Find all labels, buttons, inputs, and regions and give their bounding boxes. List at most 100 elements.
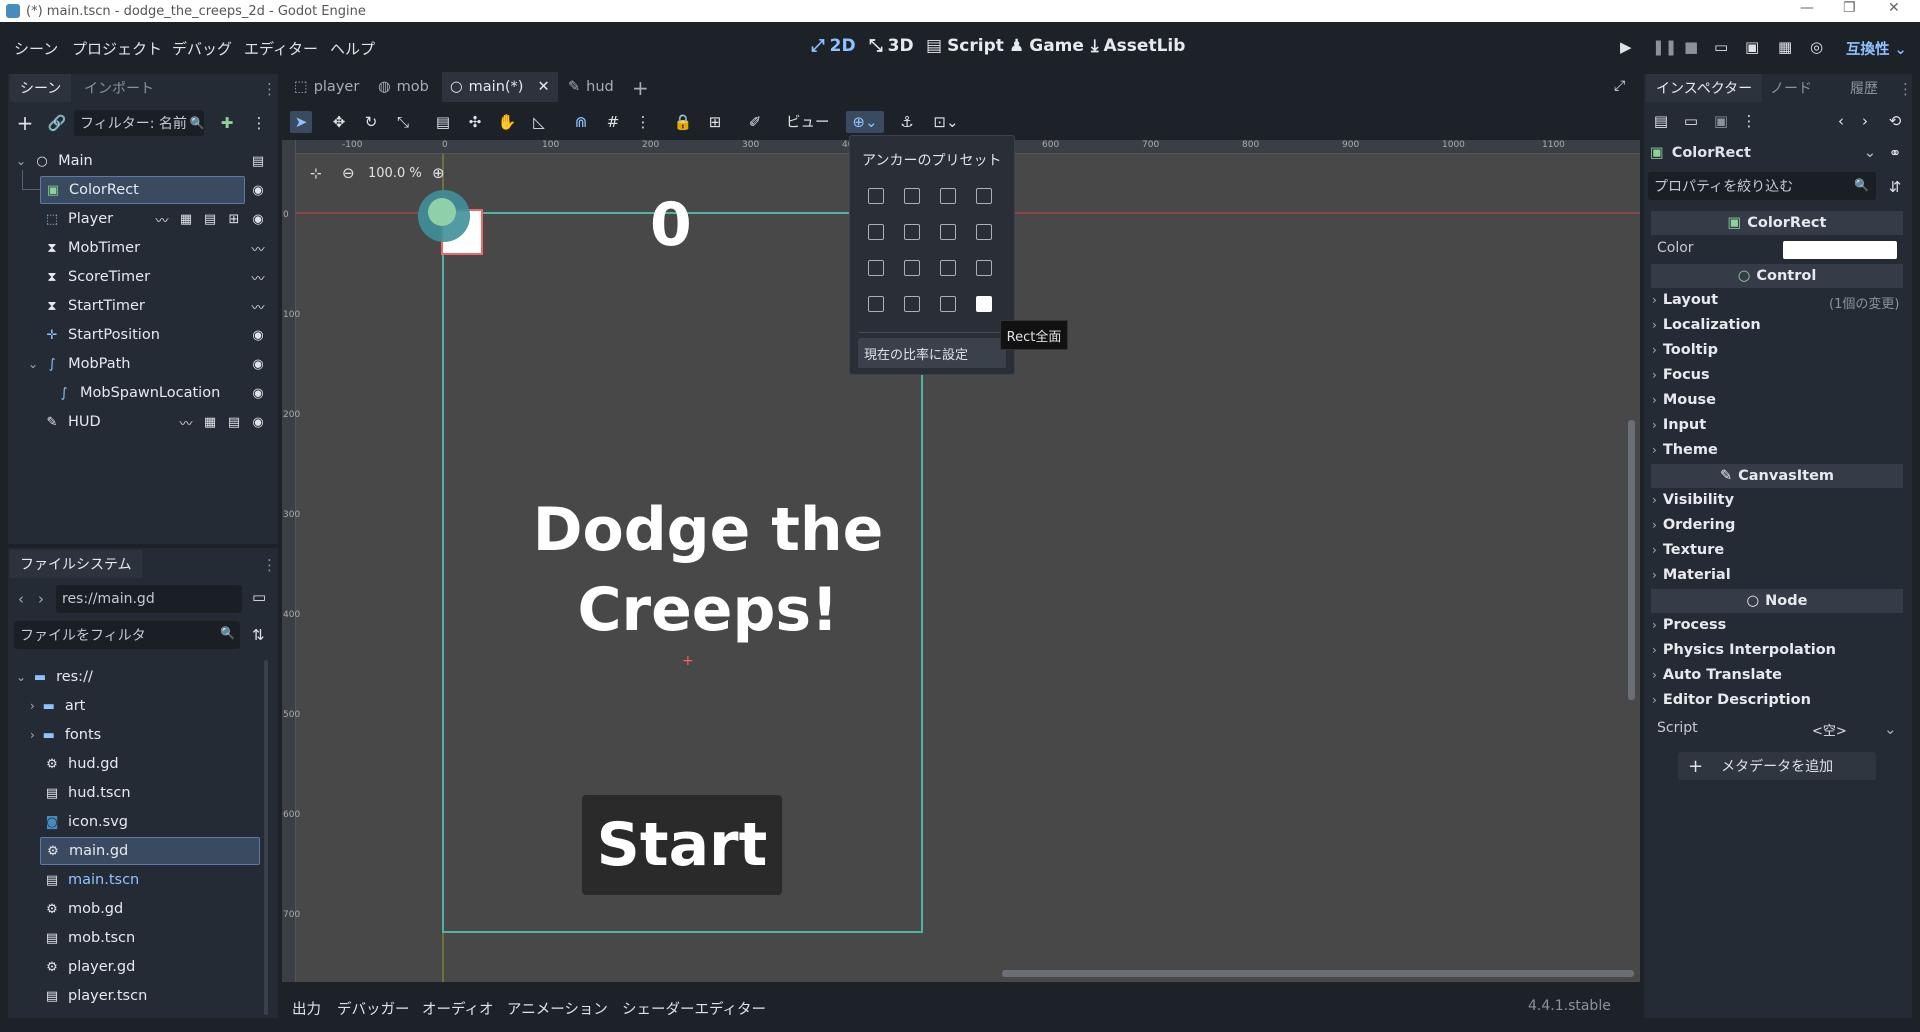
signal-icon[interactable]: 〰 [250, 269, 266, 287]
menu-scene[interactable]: シーン [14, 38, 58, 59]
fs-item-root[interactable]: ⌄ ▬ res:// [16, 663, 93, 691]
movie-maker-icon[interactable]: ◎ [1810, 38, 1823, 56]
group-tooltip[interactable]: › Tooltip [1652, 342, 1718, 358]
tab-filesystem[interactable]: ファイルシステム [10, 550, 142, 578]
node-docs-icon[interactable]: ⚭ [1886, 144, 1904, 162]
workspace-assetlib-button[interactable]: ⤓ AssetLib [1091, 36, 1185, 56]
script-value[interactable]: <空> [1812, 720, 1847, 739]
group-icon[interactable]: ⊞ [706, 113, 724, 131]
container-sizing-icon[interactable]: ⊡⌄ [928, 113, 964, 131]
bottom-tab-audio[interactable]: オーディオ [422, 998, 494, 1019]
tab-history[interactable]: 履歴 [1840, 74, 1888, 102]
close-window-icon[interactable]: ✕ [1888, 0, 1900, 16]
zoom-out-icon[interactable]: ⊖ [342, 164, 355, 182]
distraction-free-icon[interactable]: ⤢ [1614, 78, 1625, 94]
tree-node-starttimer[interactable]: ⧗ StartTimer [44, 292, 144, 320]
stop-icon[interactable]: ■ [1684, 38, 1698, 56]
list-select-icon[interactable]: ▤ [434, 113, 452, 131]
anchor-center-left-icon[interactable] [868, 224, 884, 240]
bone-icon[interactable]: ✐ [746, 113, 764, 131]
view-menu[interactable]: ビュー [786, 111, 830, 132]
history-back-icon[interactable]: ‹ [1832, 112, 1850, 130]
group-ordering[interactable]: › Ordering [1652, 517, 1735, 533]
tree-node-player[interactable]: ⬚ Player [44, 205, 113, 233]
fs-item-main-gd[interactable]: ⚙ main.gd [40, 837, 260, 865]
group-mouse[interactable]: › Mouse [1652, 392, 1716, 408]
zoom-reset-icon[interactable]: ⊹ [310, 166, 322, 182]
signal-icon[interactable]: 〰 [250, 298, 266, 316]
visibility-eye-icon[interactable]: ◉ [250, 327, 266, 343]
group-focus[interactable]: › Focus [1652, 367, 1710, 383]
add-metadata-button[interactable]: + メタデータを追加 [1678, 752, 1876, 780]
sort-icon[interactable]: ⇅ [252, 626, 265, 644]
workspace-2d-button[interactable]: ⤢ 2D [811, 36, 856, 56]
group-visibility[interactable]: › Visibility [1652, 492, 1734, 508]
tree-node-main[interactable]: ⌄ ○ Main [16, 147, 93, 175]
signal-icon[interactable]: 〰 [154, 211, 170, 229]
filesystem-scrollbar[interactable] [264, 660, 268, 1015]
bottom-tab-output[interactable]: 出力 [292, 998, 321, 1019]
group-auto-translate[interactable]: › Auto Translate [1652, 667, 1782, 683]
inspector-options-icon[interactable]: ⇵ [1886, 178, 1904, 196]
save-resource-icon[interactable]: ▣ [1712, 112, 1730, 130]
menu-project[interactable]: プロジェクト [72, 38, 162, 59]
instanced-scene-icon[interactable]: ▦ [202, 414, 218, 430]
group-editor-description[interactable]: › Editor Description [1652, 692, 1811, 708]
anchor-top-left-icon[interactable] [868, 188, 884, 204]
anchor-icon[interactable]: ⚓ [898, 113, 916, 131]
scene-tab-mob[interactable]: ◍ mob [370, 72, 437, 102]
keep-ratio-button[interactable]: 現在の比率に設定 [858, 338, 1006, 368]
file-filter-input[interactable]: ファイルをフィルタ [14, 621, 240, 649]
pivot-mode-icon[interactable]: ✣ [466, 113, 484, 131]
visibility-eye-icon[interactable]: ◉ [250, 356, 266, 372]
snap-options-icon[interactable]: ⋮ [634, 113, 652, 131]
tab-scene[interactable]: シーン [10, 74, 72, 102]
tab-import[interactable]: インポート [74, 74, 164, 102]
group-process[interactable]: › Process [1652, 617, 1726, 633]
fs-item-icon-svg[interactable]: ◙ icon.svg [44, 808, 128, 836]
anchor-bottom-right-icon[interactable] [940, 260, 956, 276]
anchor-bottom-left-icon[interactable] [868, 260, 884, 276]
instanced-scene-icon[interactable]: ▦ [178, 211, 194, 227]
anchor-top-right-icon[interactable] [940, 188, 956, 204]
maximize-icon[interactable]: ❐ [1843, 0, 1856, 16]
anchor-bottom-wide-icon[interactable] [976, 260, 992, 276]
fs-item-fonts[interactable]: › ▬ fonts [30, 721, 101, 749]
anchor-right-wide-icon[interactable] [940, 296, 956, 312]
renderer-compat-dropdown[interactable]: 互換性 ⌄ [1846, 38, 1907, 59]
anchor-center-icon[interactable] [904, 224, 920, 240]
scene-tab-player[interactable]: ⬚ player [286, 72, 367, 102]
fs-item-hud-gd[interactable]: ⚙ hud.gd [44, 750, 118, 778]
rotate-mode-icon[interactable]: ↻ [362, 113, 380, 131]
visibility-eye-icon[interactable]: ◉ [250, 182, 266, 198]
move-mode-icon[interactable]: ✥ [330, 113, 348, 131]
menu-help[interactable]: ヘルプ [330, 38, 375, 59]
resource-menu-icon[interactable]: ⋮ [1740, 112, 1758, 130]
dock-menu-icon[interactable]: ⋮ [262, 556, 277, 574]
workspace-script-button[interactable]: ▤ Script [926, 36, 1004, 56]
anchor-preset-icon[interactable]: ⊕⌄ [846, 111, 884, 133]
fs-item-mob-tscn[interactable]: ▤ mob.tscn [44, 924, 135, 952]
fs-item-mob-gd[interactable]: ⚙ mob.gd [44, 895, 123, 923]
tab-inspector[interactable]: インスペクター [1646, 74, 1763, 102]
bottom-tab-animation[interactable]: アニメーション [507, 998, 608, 1019]
dock-menu-icon[interactable]: ⋮ [262, 80, 277, 98]
chevron-down-icon[interactable]: ⌄ [1884, 720, 1897, 738]
forward-icon[interactable]: › [38, 590, 44, 608]
add-scene-tab-icon[interactable]: + [632, 76, 649, 100]
new-resource-icon[interactable]: ▤ [1652, 112, 1670, 130]
bottom-tab-debugger[interactable]: デバッガー [337, 998, 410, 1019]
pan-mode-icon[interactable]: ✋ [498, 113, 517, 131]
group-texture[interactable]: › Texture [1652, 542, 1724, 558]
anchor-center-top-icon[interactable] [904, 188, 920, 204]
fs-item-hud-tscn[interactable]: ▤ hud.tscn [44, 779, 131, 807]
fs-item-player-gd[interactable]: ⚙ player.gd [44, 953, 135, 981]
group-material[interactable]: › Material [1652, 567, 1731, 583]
history-forward-icon[interactable]: › [1856, 112, 1874, 130]
tree-node-hud[interactable]: ✎ HUD [44, 408, 101, 436]
close-tab-icon[interactable]: ✕ [537, 79, 549, 95]
anchor-full-rect-icon[interactable] [976, 296, 992, 312]
visibility-eye-icon[interactable]: ◉ [250, 414, 266, 430]
anchor-vcenter-wide-icon[interactable] [904, 296, 920, 312]
tree-node-mobtimer[interactable]: ⧗ MobTimer [44, 234, 140, 262]
